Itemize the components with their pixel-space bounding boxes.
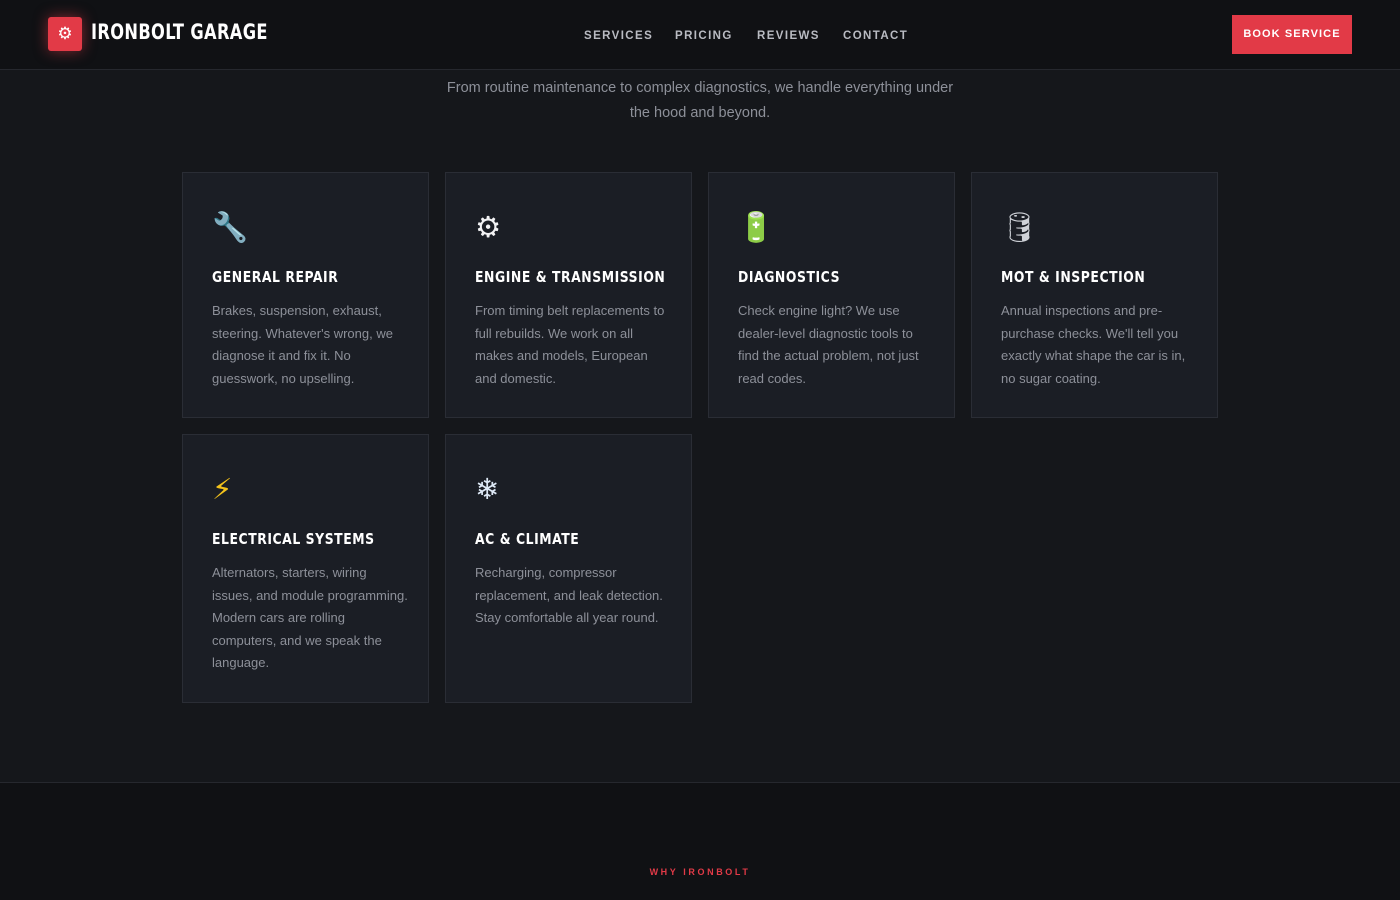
service-description: Annual inspections and pre-purchase chec… xyxy=(1001,303,1186,386)
section-eyebrow: WHY IRONBOLT xyxy=(649,867,751,877)
nav-link-pricing[interactable]: PRICING xyxy=(675,24,733,48)
snowflake-icon: ❄ xyxy=(475,472,500,506)
service-description: Recharging, compressor replacement, and … xyxy=(475,565,663,625)
brand-name[interactable]: IRONBOLT GARAGE xyxy=(91,18,268,46)
service-title: DIAGNOSTICS xyxy=(738,268,841,286)
lightning-icon: ⚡ xyxy=(212,472,233,506)
service-card-general-repair: 🔧 GENERAL REPAIR Brakes, suspension, exh… xyxy=(182,172,429,418)
gear-icon[interactable]: ⚙ xyxy=(48,17,82,51)
book-service-button[interactable]: BOOK SERVICE xyxy=(1232,15,1352,54)
service-title: AC & CLIMATE xyxy=(475,530,580,548)
service-card-mot-inspection: 🛢 MOT & INSPECTION Annual inspections an… xyxy=(971,172,1218,418)
service-title: MOT & INSPECTION xyxy=(1001,268,1146,286)
site-header: ⚙ IRONBOLT GARAGE SERVICES PRICING REVIE… xyxy=(0,0,1400,70)
service-card-electrical-systems: ⚡ ELECTRICAL SYSTEMS Alternators, starte… xyxy=(182,434,429,703)
nav-link-contact[interactable]: CONTACT xyxy=(843,24,908,48)
wrench-icon: 🔧 xyxy=(212,210,249,244)
service-description: From timing belt replacements to full re… xyxy=(475,303,665,386)
service-card-engine-transmission: ⚙ ENGINE & TRANSMISSION From timing belt… xyxy=(445,172,692,418)
nav-link-reviews[interactable]: REVIEWS xyxy=(757,24,820,48)
battery-icon: 🔋 xyxy=(738,210,775,244)
services-intro: From routine maintenance to complex diag… xyxy=(446,80,954,121)
service-card-ac-climate: ❄ AC & CLIMATE Recharging, compressor re… xyxy=(445,434,692,703)
service-description: Brakes, suspension, exhaust, steering. W… xyxy=(212,303,393,386)
gear-icon: ⚙ xyxy=(475,210,501,244)
service-title: ENGINE & TRANSMISSION xyxy=(475,268,666,286)
service-card-diagnostics: 🔋 DIAGNOSTICS Check engine light? We use… xyxy=(708,172,955,418)
service-title: ELECTRICAL SYSTEMS xyxy=(212,530,375,548)
oil-drum-icon: 🛢 xyxy=(1001,210,1038,244)
service-description: Check engine light? We use dealer-level … xyxy=(738,303,919,386)
nav-link-services[interactable]: SERVICES xyxy=(584,24,653,48)
service-description: Alternators, starters, wiring issues, an… xyxy=(212,565,408,670)
why-section: WHY IRONBOLT xyxy=(0,782,1400,900)
service-title: GENERAL REPAIR xyxy=(212,268,339,286)
